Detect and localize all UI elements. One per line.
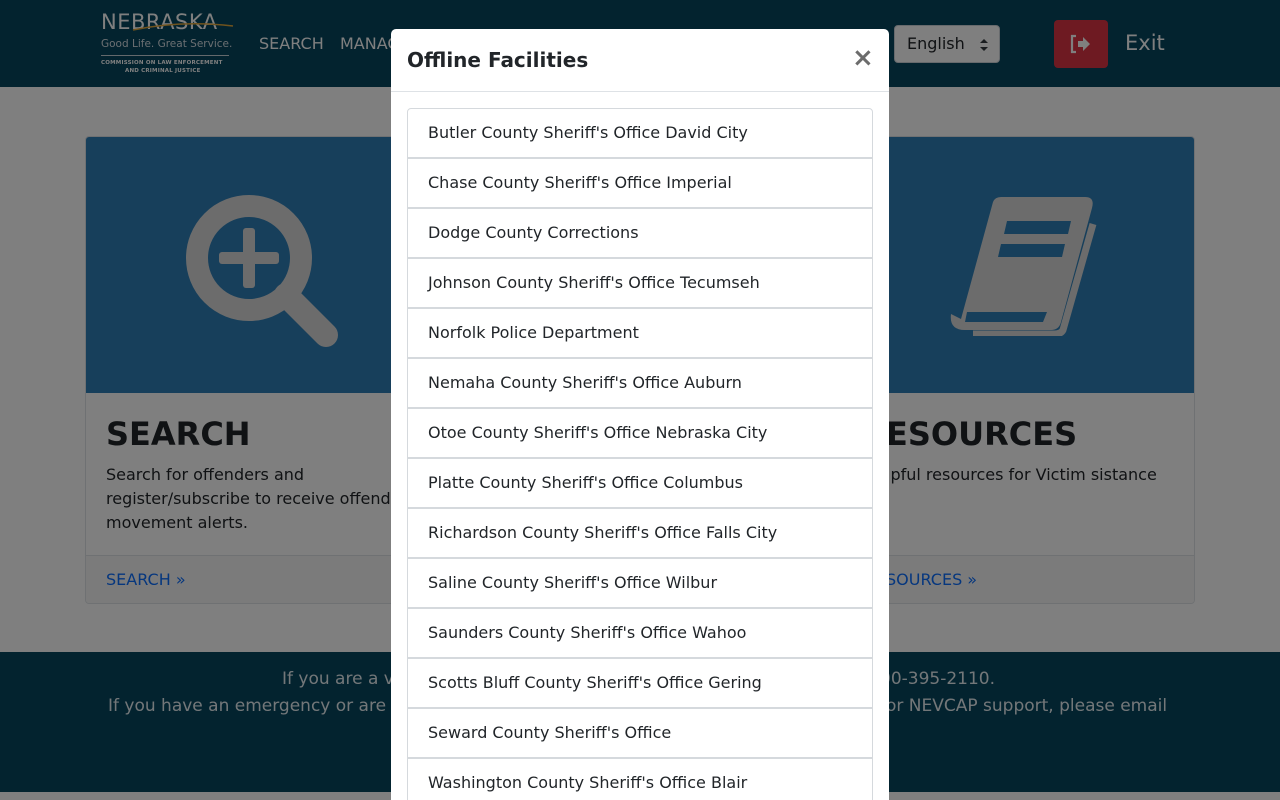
- list-item: Chase County Sheriff's Office Imperial: [407, 158, 873, 208]
- list-item: Otoe County Sheriff's Office Nebraska Ci…: [407, 408, 873, 458]
- modal-title: Offline Facilities: [407, 48, 589, 72]
- offline-facilities-modal: Offline Facilities × Butler County Sheri…: [391, 29, 889, 800]
- list-item: Platte County Sheriff's Office Columbus: [407, 458, 873, 508]
- list-item: Scotts Bluff County Sheriff's Office Ger…: [407, 658, 873, 708]
- facilities-list: Butler County Sheriff's Office David Cit…: [407, 108, 873, 800]
- list-item: Norfolk Police Department: [407, 308, 873, 358]
- modal-header: Offline Facilities ×: [391, 29, 889, 92]
- list-item: Saunders County Sheriff's Office Wahoo: [407, 608, 873, 658]
- list-item: Saline County Sheriff's Office Wilbur: [407, 558, 873, 608]
- list-item: Washington County Sheriff's Office Blair: [407, 758, 873, 800]
- list-item: Johnson County Sheriff's Office Tecumseh: [407, 258, 873, 308]
- list-item: Seward County Sheriff's Office: [407, 708, 873, 758]
- list-item: Butler County Sheriff's Office David Cit…: [407, 108, 873, 158]
- list-item: Dodge County Corrections: [407, 208, 873, 258]
- list-item: Nemaha County Sheriff's Office Auburn: [407, 358, 873, 408]
- list-item: Richardson County Sheriff's Office Falls…: [407, 508, 873, 558]
- close-icon[interactable]: ×: [852, 45, 874, 71]
